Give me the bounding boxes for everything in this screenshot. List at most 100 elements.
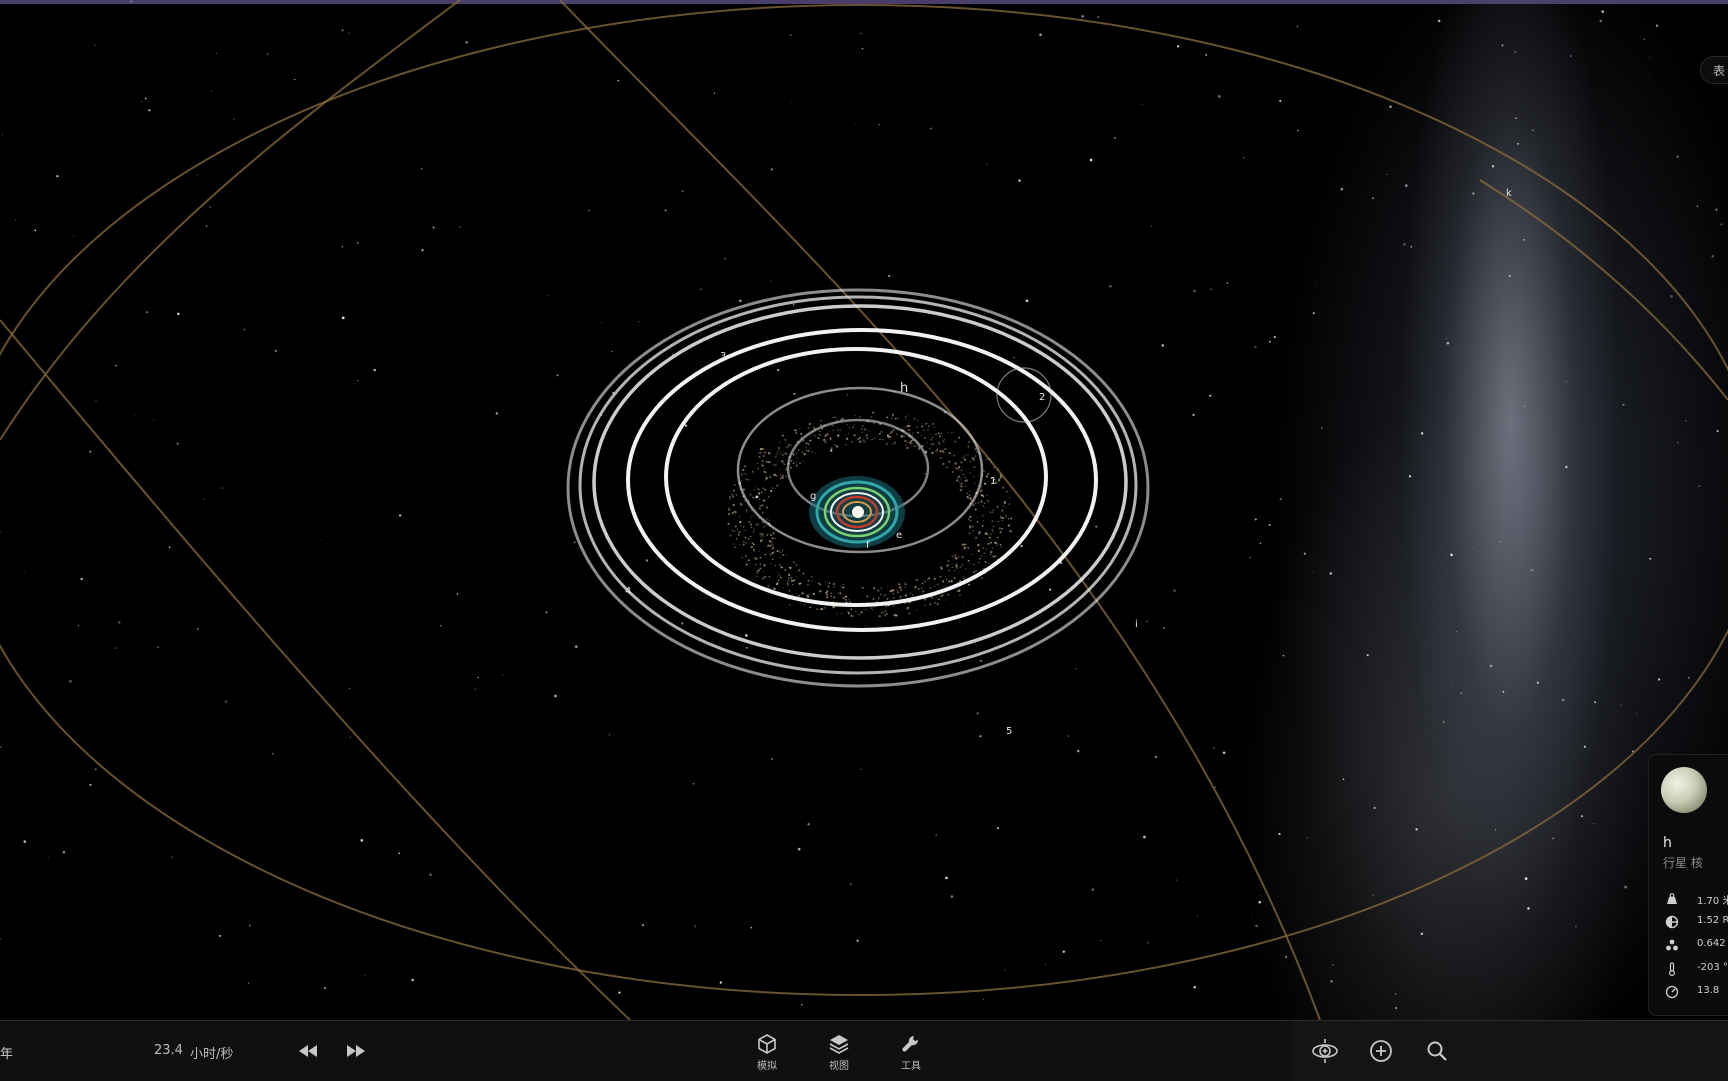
star [1297,129,1299,132]
asteroid [790,460,793,462]
star [1649,57,1651,59]
star [1243,157,1245,159]
orbit-label-1[interactable]: 1 [990,476,996,487]
star [319,540,321,541]
star [1285,956,1288,958]
fast-forward-button[interactable] [340,1035,372,1067]
asteroid [908,612,911,615]
asteroid [763,564,766,567]
asteroid [996,468,999,471]
asteroid [767,544,770,547]
asteroid [792,462,795,465]
star [1403,242,1406,246]
asteroid [753,489,755,491]
star [1075,668,1077,670]
star [1420,432,1424,435]
asteroid [964,543,967,546]
solar-system-view[interactable]: 3 h 2 1 g e f 4 5 i k [0,0,1728,1020]
top-right-button[interactable]: 表 [1700,56,1728,84]
star [1273,336,1276,339]
rewind-button[interactable] [292,1035,324,1067]
orbit-add-button[interactable] [1309,1035,1341,1067]
star [34,229,37,232]
add-object-button[interactable] [1365,1035,1397,1067]
star [1593,823,1595,825]
star [959,488,963,492]
orbit-label-4[interactable]: 4 [625,586,631,597]
star [138,109,140,111]
asteroid [771,546,775,550]
asteroid [1010,517,1013,520]
star [1095,525,1098,528]
asteroid [769,553,772,556]
star [146,311,149,314]
orbit-label-f[interactable]: f [866,540,870,551]
nav-simulation-button[interactable]: 模拟 [742,1033,792,1077]
star [398,852,401,855]
asteroid [982,547,985,550]
star [456,593,459,595]
asteroid [798,594,800,597]
asteroid [925,422,928,425]
asteroid [951,563,953,565]
asteroid [837,429,839,431]
orbit-label-e[interactable]: e [896,530,902,541]
star [176,442,179,445]
star [1168,204,1169,206]
star [1087,577,1090,580]
asteroid [917,431,920,434]
star [1332,963,1334,966]
asteroid [805,449,808,452]
star [878,123,880,126]
orbit-label-5[interactable]: 5 [1006,726,1012,737]
orbit-label-2[interactable]: 2 [1039,392,1045,403]
asteroid [986,494,988,496]
star [1020,545,1023,548]
asteroid [734,546,736,548]
asteroid [760,491,763,493]
asteroid [929,587,931,589]
star [1254,345,1257,349]
asteroid [774,455,777,458]
asteroid [981,577,983,579]
orbit-label-i[interactable]: i [1135,619,1138,630]
asteroid [841,613,843,615]
orbit-label-h[interactable]: h [900,381,908,396]
star [266,53,269,56]
asteroid [781,434,784,437]
star [1214,786,1217,788]
star [1141,103,1143,105]
asteroid [728,508,731,511]
object-info-panel[interactable]: h 行星 核 1.70 米 1.52 R 0.642 g -203 ° 13.8 [1648,754,1728,1016]
nav-tools-button[interactable]: 工具 [886,1033,936,1077]
star [130,0,133,3]
asteroid [863,441,865,443]
asteroid [977,561,980,564]
asteroid [968,494,971,497]
star [95,768,97,771]
asteroid [933,426,935,428]
nav-view-button[interactable]: 视图 [814,1033,864,1077]
asteroid [789,566,792,569]
asteroid [973,476,975,478]
asteroid [958,556,960,558]
asteroid [767,452,770,455]
asteroid [940,566,942,568]
asteroid [851,441,853,443]
star [1420,932,1424,936]
asteroid [908,422,910,424]
asteroid [796,453,798,455]
orbit-label-g[interactable]: g [810,491,816,502]
asteroid [908,424,911,428]
search-button[interactable] [1421,1035,1453,1067]
asteroid [762,460,764,463]
asteroid [764,488,767,491]
star [1091,888,1095,891]
orbit-label-k[interactable]: k [1506,188,1512,199]
asteroid [756,572,759,574]
asteroid [779,477,782,480]
orbit-label-3[interactable]: 3 [720,351,726,362]
time-rate-value[interactable]: 23.4 [154,1043,183,1058]
composition-icon [1666,939,1678,951]
asteroid [1000,546,1002,548]
